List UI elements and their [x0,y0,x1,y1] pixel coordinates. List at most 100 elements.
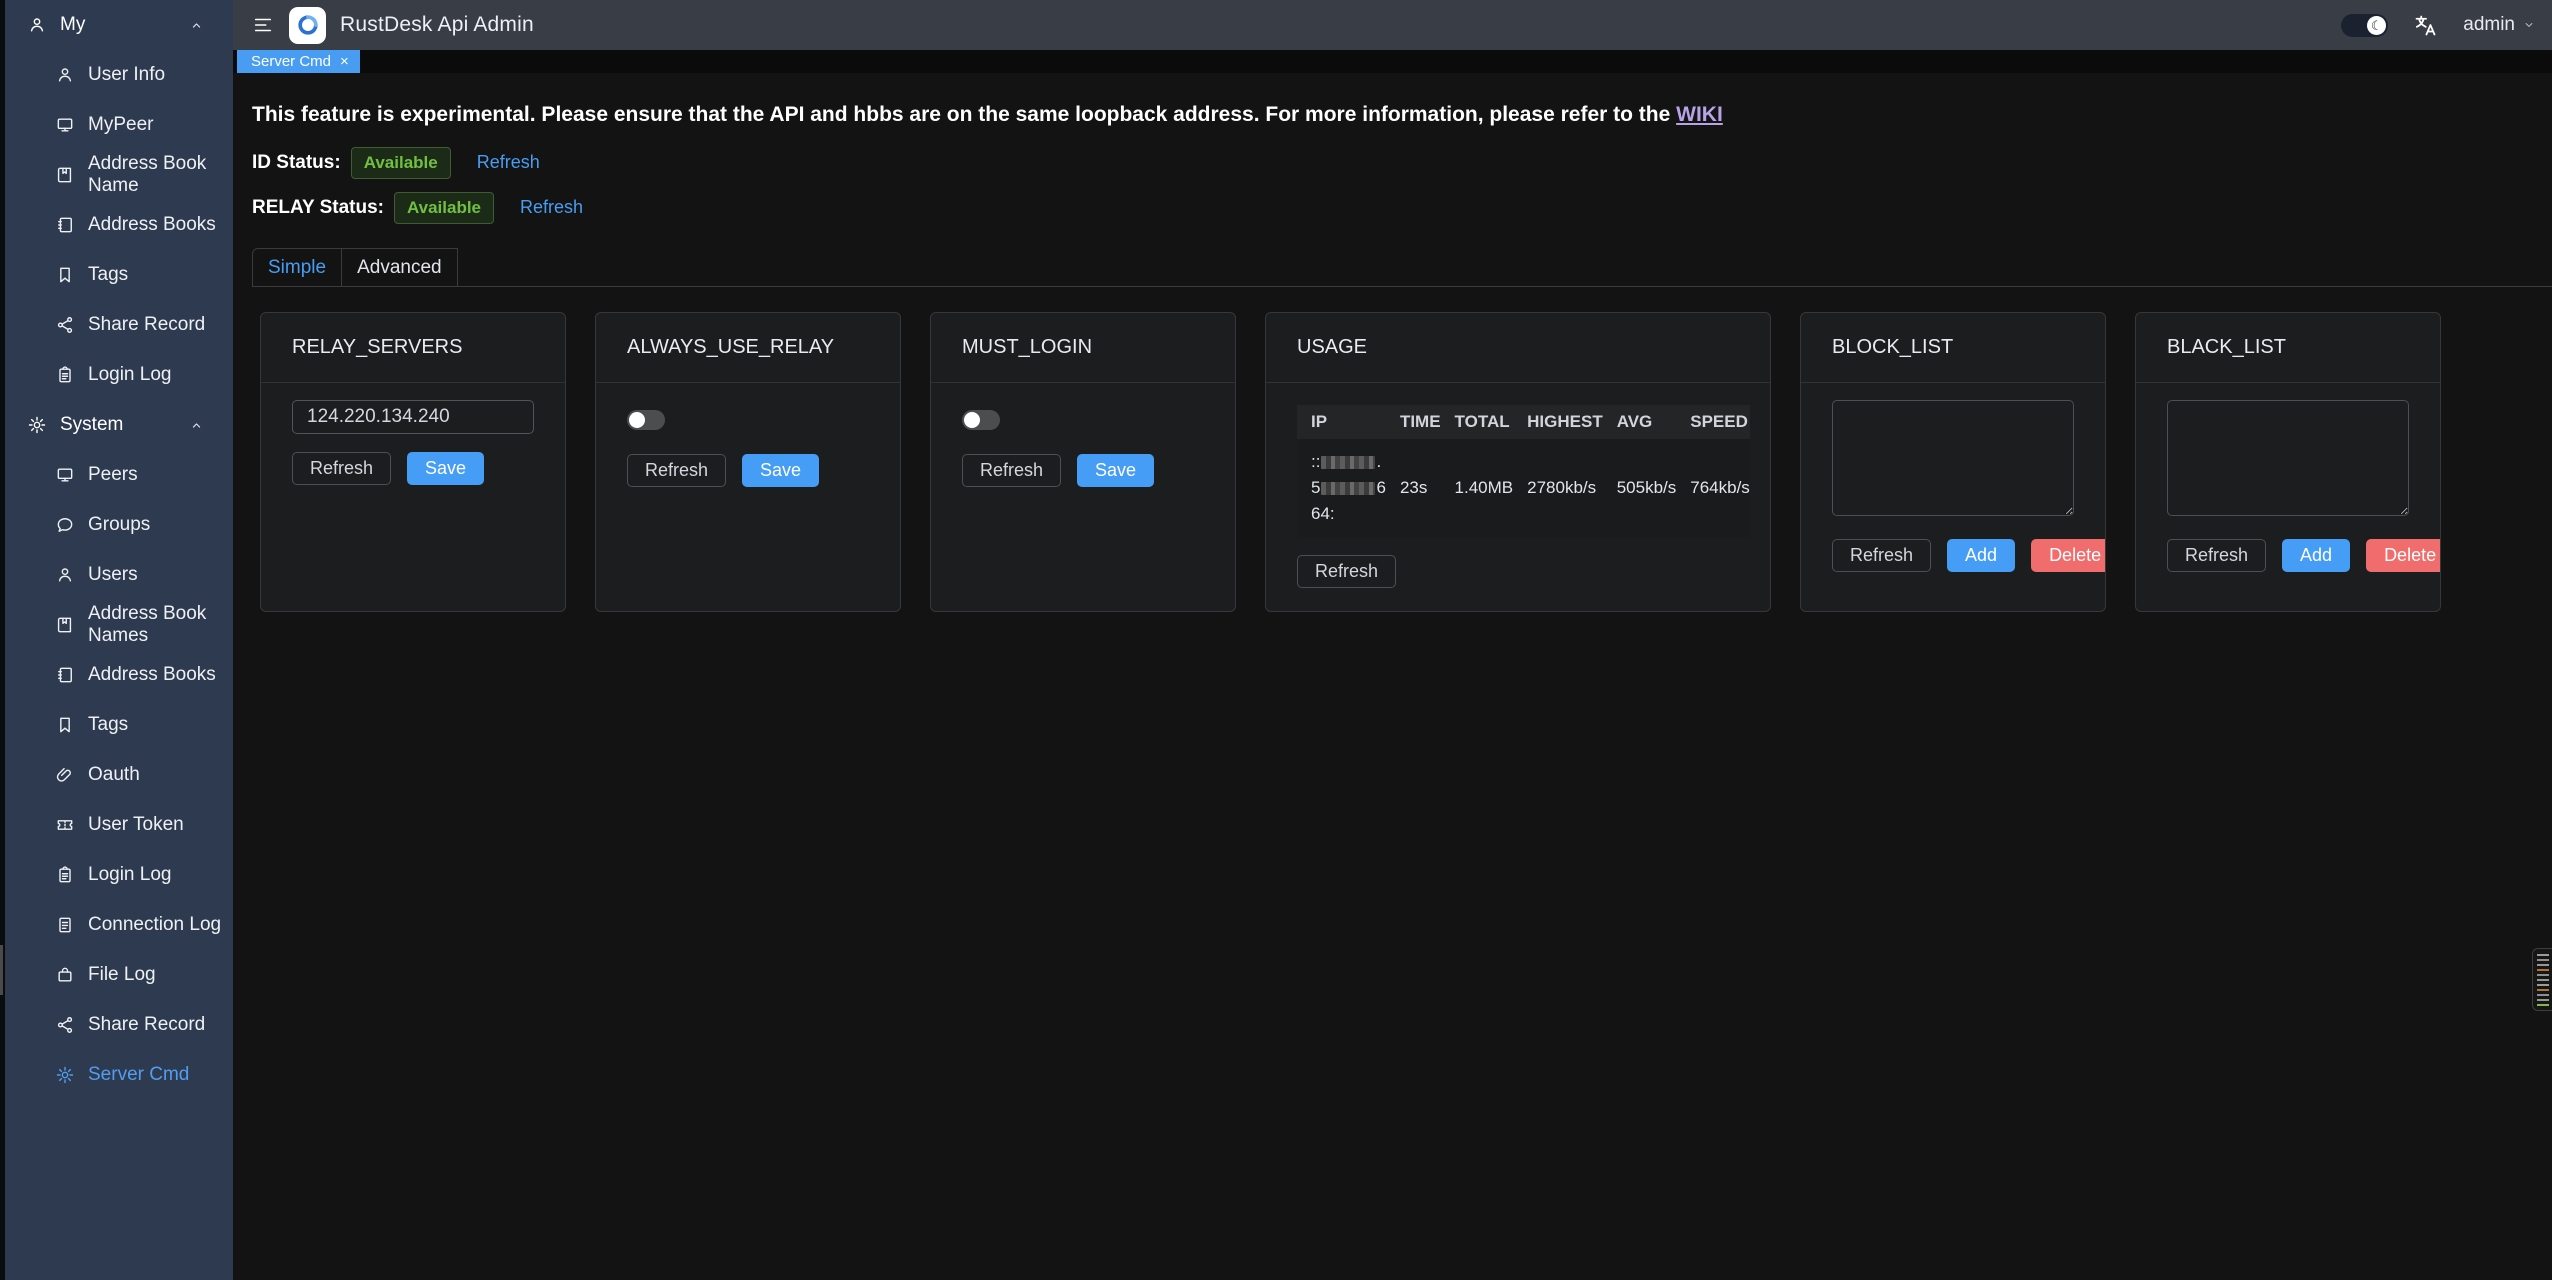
sidebar-item-file-log[interactable]: File Log [5,950,233,1000]
card-relay-servers: RELAY_SERVERSRefreshSave [260,312,566,612]
status-rows: ID Status:AvailableRefreshRELAY Status:A… [252,147,2552,223]
wiki-link[interactable]: WIKI [1676,103,1723,126]
usage-ip-line: 56 [1311,475,1386,501]
box-icon [55,965,75,985]
card-title: ALWAYS_USE_RELAY [627,336,834,359]
sidebar-item-address-books[interactable]: Address Books [5,650,233,700]
bookmark-icon [55,265,75,285]
button-row: Refresh Save [627,454,869,487]
sidebar-item-address-book-name[interactable]: Address Book Name [5,150,233,200]
relay-servers-refresh-button[interactable]: Refresh [292,452,391,485]
sidebar-item-connection-log[interactable]: Connection Log [5,900,233,950]
sidebar-item-share-record[interactable]: Share Record [5,300,233,350]
tab-chip-label: Server Cmd [251,53,331,70]
tab-close-icon[interactable]: × [340,54,349,69]
button-row: Refresh [1297,555,1739,588]
must-login-save-button[interactable]: Save [1077,454,1154,487]
always-use-relay-toggle[interactable] [627,410,665,430]
minimized-edge-widget[interactable] [2532,948,2552,1011]
redacted-ip-segment [1321,456,1375,469]
sidebar-item-peers[interactable]: Peers [5,450,233,500]
dark-mode-toggle[interactable]: ☾ [2341,14,2388,37]
block-list-delete-button[interactable]: Delete [2031,539,2106,572]
usage-cell-avg: 505kb/s [1603,439,1677,537]
edge-widget-stripe [2537,969,2549,971]
always-use-relay-refresh-button[interactable]: Refresh [627,454,726,487]
black-list-textarea[interactable] [2167,400,2409,516]
link-icon [55,765,75,785]
card-black-list: BLACK_LIST Refresh Add Delete [2135,312,2441,612]
sidebar-item-user-token[interactable]: User Token [5,800,233,850]
block-list-refresh-button[interactable]: Refresh [1832,539,1931,572]
card-header: BLOCK_LIST [1801,313,2105,383]
card-header: ALWAYS_USE_RELAY [596,313,900,383]
edge-widget-stripe [2537,964,2549,966]
card-body: Refresh Save [261,383,565,485]
translate-icon[interactable] [2412,12,2439,39]
menu-fold-icon[interactable] [252,14,274,36]
card-title: BLACK_LIST [2167,336,2286,359]
left-edge-scroll-thumb [0,945,3,995]
sidebar-item-label: Server Cmd [88,1064,189,1086]
relay-servers-input[interactable] [292,400,534,434]
sidebar-item-tags[interactable]: Tags [5,700,233,750]
share-icon [55,1015,75,1035]
sidebar-item-oauth[interactable]: Oauth [5,750,233,800]
card-header: USAGE [1266,313,1770,383]
sidebar-item-share-record[interactable]: Share Record [5,1000,233,1050]
relay-servers-save-button[interactable]: Save [407,452,484,485]
sidebar-item-users[interactable]: Users [5,550,233,600]
sidebar-item-label: Oauth [88,764,140,786]
card-body: IPTIMETOTALHIGHESTAVGSPEED::.5664:23s1.4… [1266,383,1770,588]
sidebar-item-tags[interactable]: Tags [5,250,233,300]
sidebar-section-label: My [60,14,85,36]
sidebar-item-user-info[interactable]: User Info [5,50,233,100]
always-use-relay-save-button[interactable]: Save [742,454,819,487]
sidebar-item-groups[interactable]: Groups [5,500,233,550]
tab-simple[interactable]: Simple [252,248,342,286]
notebook-icon [55,215,75,235]
sidebar-item-server-cmd[interactable]: Server Cmd [5,1050,233,1100]
usage-cell-speed: 764kb/s [1676,439,1750,537]
card-title: USAGE [1297,336,1367,359]
must-login-toggle[interactable] [962,410,1000,430]
left-edge-gutter [0,0,5,1280]
button-row: Refresh Save [962,454,1204,487]
black-list-add-button[interactable]: Add [2282,539,2350,572]
must-login-refresh-button[interactable]: Refresh [962,454,1061,487]
sidebar-item-login-log[interactable]: Login Log [5,850,233,900]
sidebar-section-system[interactable]: System [5,400,233,450]
id-status-badge: Available [351,147,451,179]
card-block-list: BLOCK_LIST Refresh Add Delete [1800,312,2106,612]
usage-column-header: TIME [1386,405,1441,439]
edge-widget-stripe [2537,979,2549,981]
document-icon [55,915,75,935]
tab-advanced[interactable]: Advanced [342,248,458,286]
usage-refresh-button[interactable]: Refresh [1297,555,1396,588]
redacted-ip-segment [1321,482,1375,495]
relay-status-refresh-link[interactable]: Refresh [520,197,583,218]
black-list-delete-button[interactable]: Delete [2366,539,2441,572]
tab-chip-server-cmd[interactable]: Server Cmd × [237,50,360,73]
open-tabs-bar: Server Cmd × [233,50,2552,73]
button-row: RefreshAddDelete [1832,539,2074,572]
sidebar-item-address-books[interactable]: Address Books [5,200,233,250]
usage-column-header: AVG [1603,405,1677,439]
id-status-refresh-link[interactable]: Refresh [477,152,540,173]
block-list-add-button[interactable]: Add [1947,539,2015,572]
black-list-refresh-button[interactable]: Refresh [2167,539,2266,572]
sidebar-item-login-log[interactable]: Login Log [5,350,233,400]
sidebar-item-mypeer[interactable]: MyPeer [5,100,233,150]
user-menu[interactable]: admin [2463,14,2536,36]
sidebar-item-address-book-names[interactable]: Address Book Names [5,600,233,650]
book-icon [55,615,75,635]
relay-status-label: RELAY Status: [252,197,384,219]
block-list-textarea[interactable] [1832,400,2074,516]
clipboard-icon [55,865,75,885]
sidebar-section-my[interactable]: My [5,0,233,50]
relay-status-badge: Available [394,192,494,224]
sidebar-item-label: Share Record [88,1014,205,1036]
monitor-icon [55,115,75,135]
edge-widget-stripe [2537,1004,2549,1006]
user-icon [55,65,75,85]
